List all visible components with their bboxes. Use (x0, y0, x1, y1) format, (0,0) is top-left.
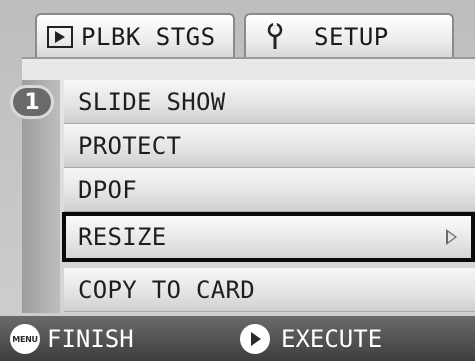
menu-item-label: COPY TO CARD (78, 275, 255, 304)
playback-icon (47, 26, 73, 48)
tab-playback-label: PLBK STGS (81, 23, 216, 51)
menu-item-protect[interactable]: PROTECT (64, 124, 475, 168)
page-number-badge: 1 (10, 85, 54, 119)
footer-bar: MENU FINISH EXECUTE (0, 316, 475, 361)
menu-item-dpof[interactable]: DPOF (64, 168, 475, 212)
play-circle-icon (240, 324, 270, 354)
menu-item-label: PROTECT (78, 131, 182, 160)
finish-label: FINISH (47, 325, 134, 353)
wrench-icon (266, 23, 284, 51)
menu-item-label: RESIZE (78, 223, 167, 251)
tab-playback-settings[interactable]: PLBK STGS (35, 13, 235, 59)
tab-setup-label: SETUP (314, 23, 389, 51)
menu-item-label: SLIDE SHOW (78, 87, 226, 116)
execute-label: EXECUTE (281, 325, 383, 353)
menu-item-resize[interactable]: RESIZE (62, 212, 475, 262)
camera-menu-screen: PLBK STGS SETUP 1 SLIDE SHOW PROTECT DPO… (0, 0, 475, 361)
menu-item-copy-to-card[interactable]: COPY TO CARD (64, 268, 475, 312)
menu-item-slide-show[interactable]: SLIDE SHOW (64, 80, 475, 124)
tab-setup[interactable]: SETUP (244, 13, 454, 59)
menu-button-icon: MENU (10, 324, 40, 354)
menu-item-label: DPOF (78, 175, 137, 204)
chevron-right-icon (446, 229, 457, 245)
